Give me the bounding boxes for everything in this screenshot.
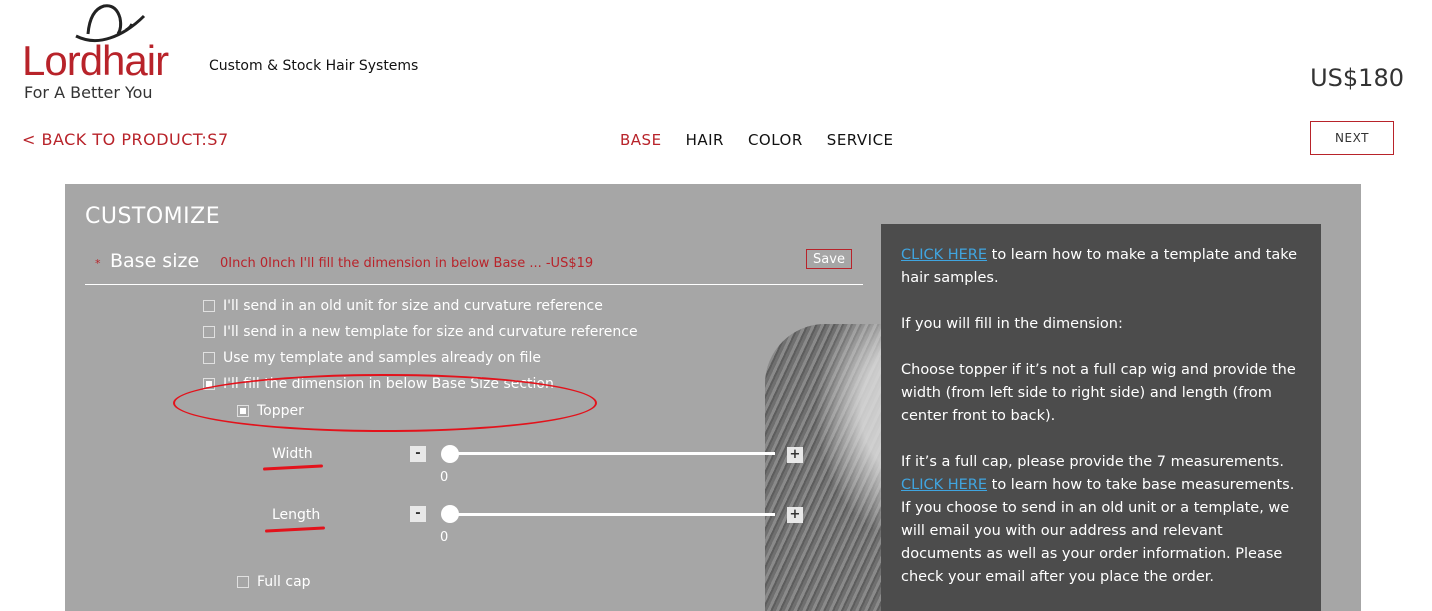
checkbox-old-unit[interactable] <box>203 300 215 312</box>
option-new-template-label: I'll send in a new template for size and… <box>223 324 638 340</box>
width-value: 0 <box>440 470 449 485</box>
width-annotation-underline <box>262 464 324 471</box>
length-slider-handle[interactable] <box>441 505 459 523</box>
customize-panel: CUSTOMIZE * Base size 0Inch 0Inch I'll f… <box>65 184 1361 611</box>
option-fill-dimension-label: I'll fill the dimension in below Base Si… <box>223 376 554 392</box>
option-template-on-file-label: Use my template and samples already on f… <box>223 350 542 366</box>
length-value: 0 <box>440 530 449 545</box>
instructions-paragraph-4: If it’s a full cap, please provide the 7… <box>901 454 1295 585</box>
option-old-unit-label: I'll send in an old unit for size and cu… <box>223 298 603 314</box>
required-marker: * <box>95 257 101 270</box>
save-button[interactable]: Save <box>806 249 852 269</box>
length-label: Length <box>272 507 321 523</box>
option-topper[interactable]: Topper <box>237 403 304 419</box>
instructions-paragraph-1: CLICK HERE to learn how to make a templa… <box>901 247 1298 286</box>
customize-title: CUSTOMIZE <box>85 204 221 229</box>
width-slider-track[interactable] <box>449 452 775 455</box>
option-full-cap[interactable]: Full cap <box>237 574 311 590</box>
brand-slogan: For A Better You <box>24 83 153 102</box>
tab-service[interactable]: SERVICE <box>827 131 894 149</box>
width-minus-button[interactable]: - <box>410 446 426 462</box>
option-fill-dimension[interactable]: I'll fill the dimension in below Base Si… <box>203 376 554 392</box>
back-to-product-link[interactable]: < BACK TO PRODUCT:S7 <box>22 130 229 149</box>
site-tagline: Custom & Stock Hair Systems <box>209 58 419 74</box>
checkbox-new-template[interactable] <box>203 326 215 338</box>
next-button[interactable]: NEXT <box>1310 121 1394 155</box>
brand-logo[interactable]: Lordhair <box>22 40 169 82</box>
checkbox-full-cap[interactable] <box>237 576 249 588</box>
step-tabs: BASE HAIR COLOR SERVICE <box>620 131 894 149</box>
tab-hair[interactable]: HAIR <box>686 131 724 149</box>
tab-color[interactable]: COLOR <box>748 131 803 149</box>
option-topper-label: Topper <box>257 403 304 419</box>
base-size-label: Base size <box>110 250 200 272</box>
option-full-cap-label: Full cap <box>257 574 311 590</box>
product-price: US$180 <box>1310 64 1404 92</box>
length-annotation-underline <box>264 526 326 533</box>
base-size-summary: 0Inch 0Inch I'll fill the dimension in b… <box>220 256 594 271</box>
length-slider-track[interactable] <box>449 513 775 516</box>
option-template-on-file[interactable]: Use my template and samples already on f… <box>203 350 541 366</box>
width-plus-button[interactable]: + <box>787 447 803 463</box>
checkbox-template-on-file[interactable] <box>203 352 215 364</box>
option-old-unit[interactable]: I'll send in an old unit for size and cu… <box>203 298 603 314</box>
checkbox-fill-dimension[interactable] <box>203 378 215 390</box>
instructions-paragraph-3: Choose topper if it’s not a full cap wig… <box>901 362 1296 424</box>
instructions-paragraph-2: If you will fill in the dimension: <box>901 316 1123 332</box>
checkbox-topper[interactable] <box>237 405 249 417</box>
template-help-link[interactable]: CLICK HERE <box>901 247 987 263</box>
width-label: Width <box>272 446 313 462</box>
length-minus-button[interactable]: - <box>410 506 426 522</box>
tab-base[interactable]: BASE <box>620 131 662 149</box>
instructions-box: CLICK HERE to learn how to make a templa… <box>881 224 1321 611</box>
length-plus-button[interactable]: + <box>787 507 803 523</box>
width-slider-handle[interactable] <box>441 445 459 463</box>
option-new-template[interactable]: I'll send in a new template for size and… <box>203 324 638 340</box>
measurement-help-link[interactable]: CLICK HERE <box>901 477 987 493</box>
base-size-header: * Base size 0Inch 0Inch I'll fill the di… <box>85 248 863 285</box>
